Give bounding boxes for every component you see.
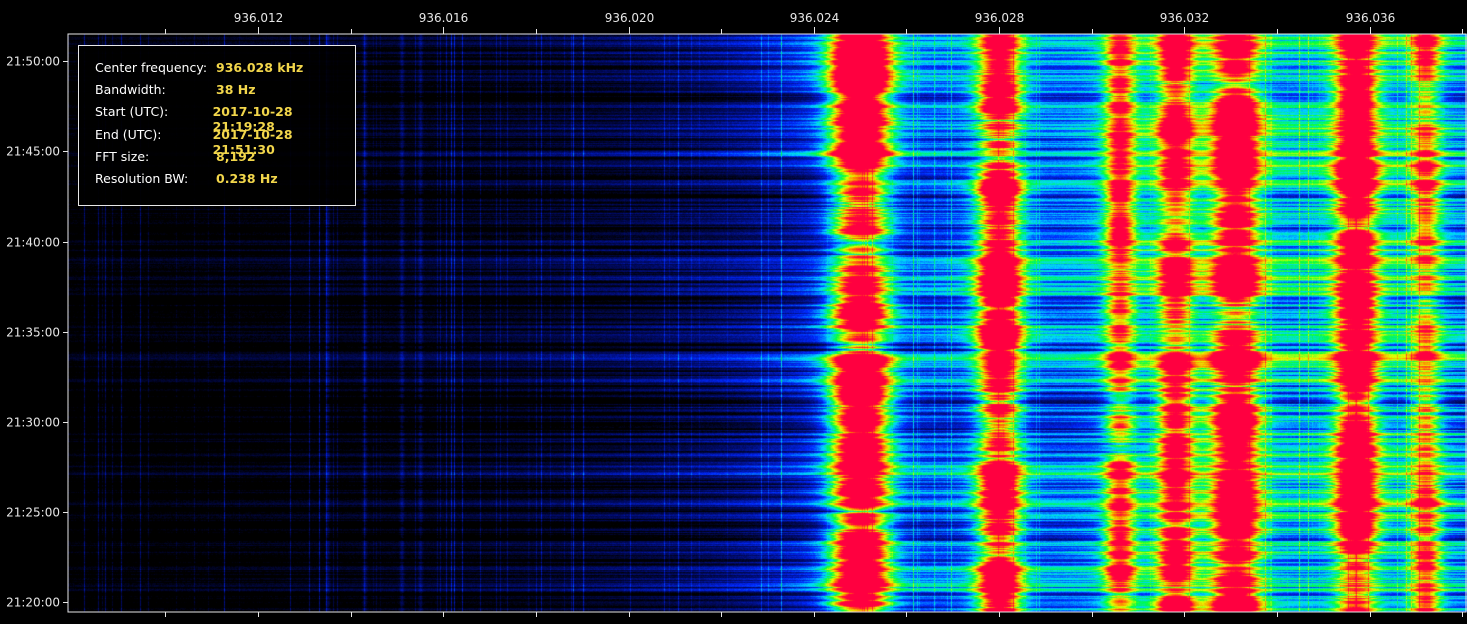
info-label: Bandwidth: (95, 82, 166, 98)
info-label: FFT size: (95, 148, 150, 164)
info-label: End (UTC): (95, 126, 162, 142)
info-row: Resolution BW: 0.238 Hz (95, 171, 355, 193)
info-label: Resolution BW: (95, 170, 189, 186)
info-value: 2017-10-28 21:19:28 (212, 104, 293, 135)
info-panel: Center frequency: 936.028 kHz Bandwidth:… (78, 45, 356, 206)
info-row: FFT size: 8,192 (95, 149, 355, 171)
info-value: 8,192 (216, 148, 256, 164)
info-label: Start (UTC): (95, 104, 169, 120)
info-label: Center frequency: (95, 60, 208, 75)
info-row: Start (UTC): 2017-10-28 21:19:28 (95, 104, 355, 135)
info-value: 936.028 kHz (216, 60, 304, 75)
info-row: Center frequency: 936.028 kHz (95, 60, 355, 82)
info-value: 0.238 Hz (216, 170, 278, 186)
info-row: Bandwidth: 38 Hz (95, 82, 355, 104)
info-value: 2017-10-28 21:51:30 (212, 126, 293, 157)
info-row: End (UTC): 2017-10-28 21:51:30 (95, 126, 355, 157)
info-value: 38 Hz (216, 82, 256, 98)
